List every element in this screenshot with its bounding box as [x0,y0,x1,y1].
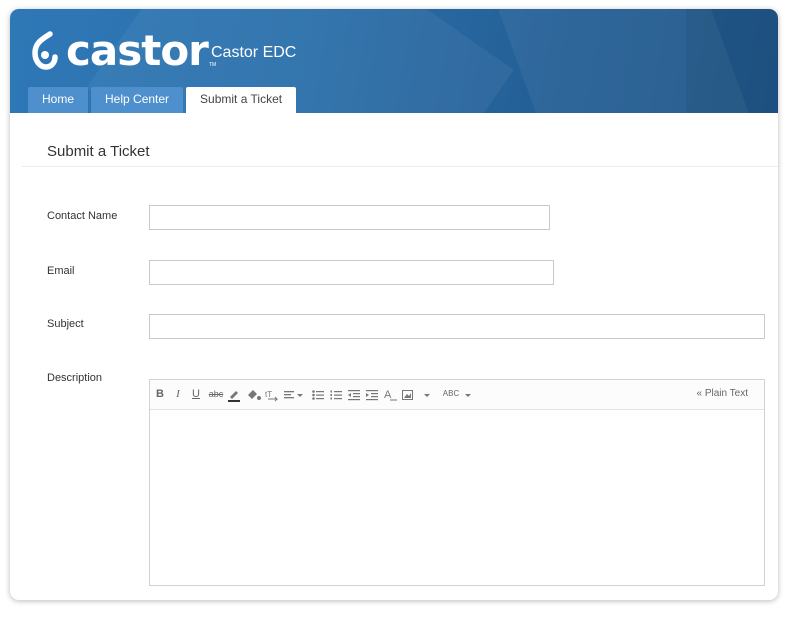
description-editor: B I U abc tT A ABC « Plain Text [149,379,765,586]
contact-name-input[interactable] [149,205,550,230]
subject-input[interactable] [149,314,765,339]
nav-tabs: Home Help Center Submit a Ticket [28,87,299,113]
numbered-list-icon[interactable] [330,385,342,403]
bullet-list-icon[interactable] [312,385,324,403]
header-decoration [686,9,778,113]
plain-text-toggle[interactable]: « Plain Text [696,385,748,403]
italic-button[interactable]: I [174,385,182,403]
font-size-icon[interactable]: tT [265,385,279,403]
description-edit-area[interactable] [150,409,764,585]
underline-button[interactable]: U [191,385,201,403]
align-dropdown-icon[interactable] [284,385,304,403]
subject-label: Subject [47,318,84,330]
font-color-icon[interactable] [227,385,241,403]
editor-toolbar: B I U abc tT A ABC « Plain Text [150,380,764,410]
trademark: TM [208,62,217,68]
outdent-icon[interactable] [348,385,360,403]
spellcheck-button[interactable]: ABC [442,385,460,403]
indent-icon[interactable] [366,385,378,403]
email-label: Email [47,265,75,277]
more-options-chevron-icon[interactable] [422,385,432,403]
title-divider [22,166,778,167]
fill-color-icon[interactable] [246,385,262,403]
tab-home[interactable]: Home [28,87,89,113]
page-card: castor TM Castor EDC Home Help Center Su… [10,9,778,600]
tab-submit-ticket[interactable]: Submit a Ticket [186,87,297,113]
page-title: Submit a Ticket [47,143,150,160]
spellcheck-chevron-icon[interactable] [463,385,473,403]
description-label: Description [47,372,103,384]
brand-name: castor [66,26,209,75]
insert-image-icon[interactable] [402,385,414,403]
clear-formatting-icon[interactable]: A [384,385,398,403]
strikethrough-button[interactable]: abc [208,385,224,403]
castor-logo-icon [28,30,60,72]
app-title: Castor EDC [211,44,297,61]
header-banner: castor TM Castor EDC Home Help Center Su… [10,9,778,113]
email-input[interactable] [149,260,554,285]
castor-logo[interactable]: castor TM [28,28,216,74]
tab-help-center[interactable]: Help Center [91,87,184,113]
contact-name-label: Contact Name [47,210,118,222]
bold-button[interactable]: B [155,385,165,403]
svg-text:tT: tT [265,390,272,399]
svg-text:A: A [384,389,392,401]
